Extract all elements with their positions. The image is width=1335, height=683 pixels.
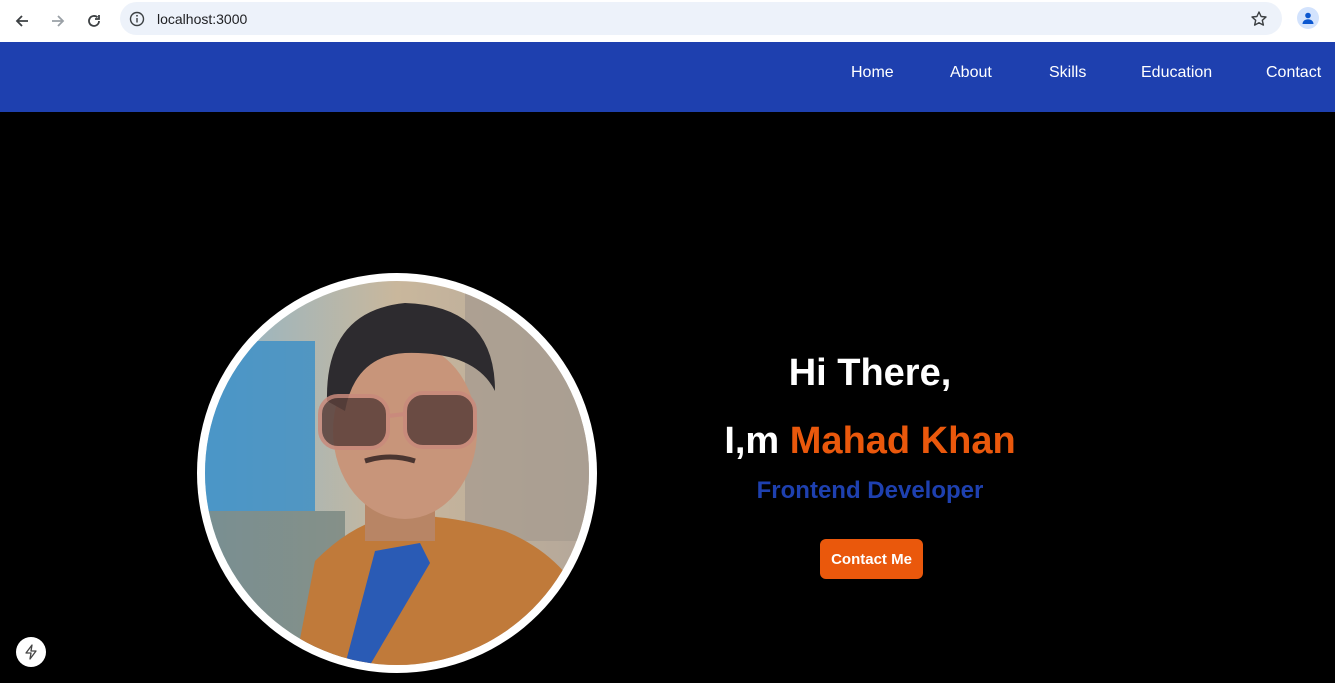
nav-link-contact[interactable]: Contact — [1266, 64, 1321, 82]
nav-link-home[interactable]: Home — [851, 64, 894, 82]
nav-link-skills[interactable]: Skills — [1049, 64, 1086, 82]
hero-name: Mahad Khan — [789, 420, 1016, 462]
hero-section: Hi There, I,m Mahad Khan Frontend Develo… — [0, 112, 1335, 683]
contact-me-button[interactable]: Contact Me — [820, 539, 923, 579]
profile-icon[interactable] — [1297, 7, 1319, 29]
nav-link-about[interactable]: About — [950, 64, 992, 82]
hero-greeting: Hi There, — [788, 352, 952, 394]
reload-icon[interactable] — [76, 3, 112, 39]
name-prefix: I,m — [724, 420, 780, 462]
hero-role: Frontend Developer — [756, 477, 984, 504]
profile-photo — [205, 281, 589, 665]
nav-link-education[interactable]: Education — [1141, 64, 1212, 82]
site-navbar: Home About Skills Education Contact — [0, 42, 1335, 112]
info-icon[interactable] — [129, 11, 145, 27]
browser-toolbar: localhost:3000 — [0, 0, 1335, 42]
profile-photo-frame — [197, 273, 597, 673]
hero-name-line: I,m Mahad Khan — [620, 418, 1120, 464]
back-arrow-icon[interactable] — [4, 3, 40, 39]
forward-arrow-icon[interactable] — [40, 3, 76, 39]
dev-tools-lightning-icon[interactable] — [16, 637, 46, 667]
address-bar[interactable]: localhost:3000 — [120, 2, 1282, 35]
bookmark-star-icon[interactable] — [1250, 10, 1268, 28]
url-text[interactable]: localhost:3000 — [157, 11, 247, 27]
